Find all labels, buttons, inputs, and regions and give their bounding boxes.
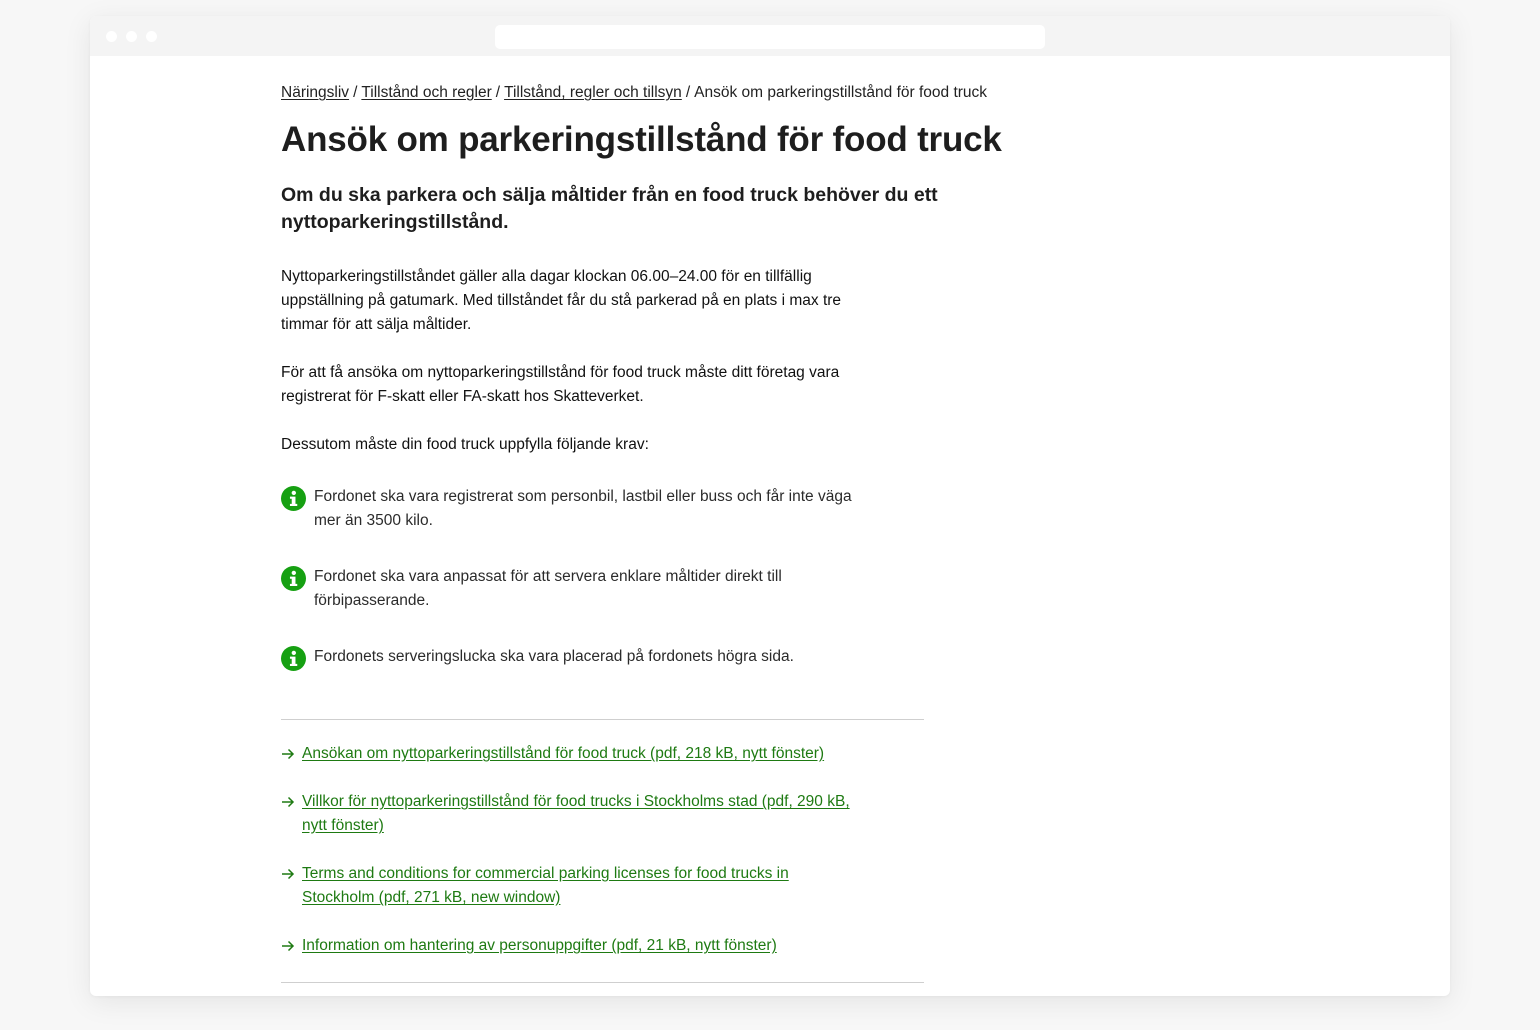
link-conditions-pdf-sv[interactable]: Villkor för nyttoparkeringstillstånd för… (302, 790, 862, 838)
page-title: Ansök om parkeringstillstånd för food tr… (281, 120, 1002, 159)
body-paragraph-requirements-intro: Dessutom måste din food truck uppfylla f… (281, 436, 649, 453)
link-personal-data-pdf[interactable]: Information om hantering av personuppgif… (302, 934, 862, 958)
requirement-text: Fordonets serveringslucka ska vara place… (314, 648, 794, 665)
breadcrumb-link-tillstand-regler-tillsyn[interactable]: Tillstånd, regler och tillsyn (504, 84, 682, 101)
breadcrumb-separator: / (353, 84, 358, 101)
breadcrumb-link-tillstand-och-regler[interactable]: Tillstånd och regler (361, 84, 491, 101)
breadcrumb-link-naringsliv[interactable]: Näringsliv (281, 84, 349, 101)
divider (281, 982, 924, 983)
page-lead: Om du ska parkera och sälja måltider frå… (281, 184, 938, 233)
link-conditions-pdf-en[interactable]: Terms and conditions for commercial park… (302, 862, 862, 910)
browser-window: Näringsliv / Tillstånd och regler / Tillstån… (90, 16, 1450, 996)
body-paragraph-tax: För att få ansöka om nyttoparkeringstill… (281, 364, 840, 405)
arrow-right-icon (282, 748, 295, 760)
breadcrumb-separator: / (685, 84, 691, 101)
arrow-right-icon (282, 868, 295, 880)
body-paragraph-validity: Nyttoparkeringstillståndet gäller alla d… (281, 268, 842, 333)
link-application-pdf[interactable]: Ansökan om nyttoparkeringstillstånd för … (302, 742, 862, 766)
info-icon (281, 486, 306, 511)
address-bar[interactable] (495, 25, 1045, 49)
info-icon (281, 566, 306, 591)
breadcrumb-separator: / (495, 84, 501, 101)
breadcrumb-current: Ansök om parkeringstillstånd för food tr… (694, 84, 988, 101)
requirement-text: Fordonet ska vara registrerat som person… (314, 488, 852, 529)
window-maximize-dot[interactable] (146, 31, 157, 42)
arrow-right-icon (282, 796, 295, 808)
divider (281, 719, 924, 720)
requirement-text: Fordonet ska vara anpassat för att serve… (314, 568, 782, 609)
window-close-dot[interactable] (106, 31, 117, 42)
breadcrumb: Näringsliv / Tillstånd och regler / Tillstån… (281, 84, 987, 102)
window-minimize-dot[interactable] (126, 31, 137, 42)
arrow-right-icon (282, 940, 295, 952)
info-icon (281, 646, 306, 671)
browser-titlebar (90, 16, 1450, 56)
